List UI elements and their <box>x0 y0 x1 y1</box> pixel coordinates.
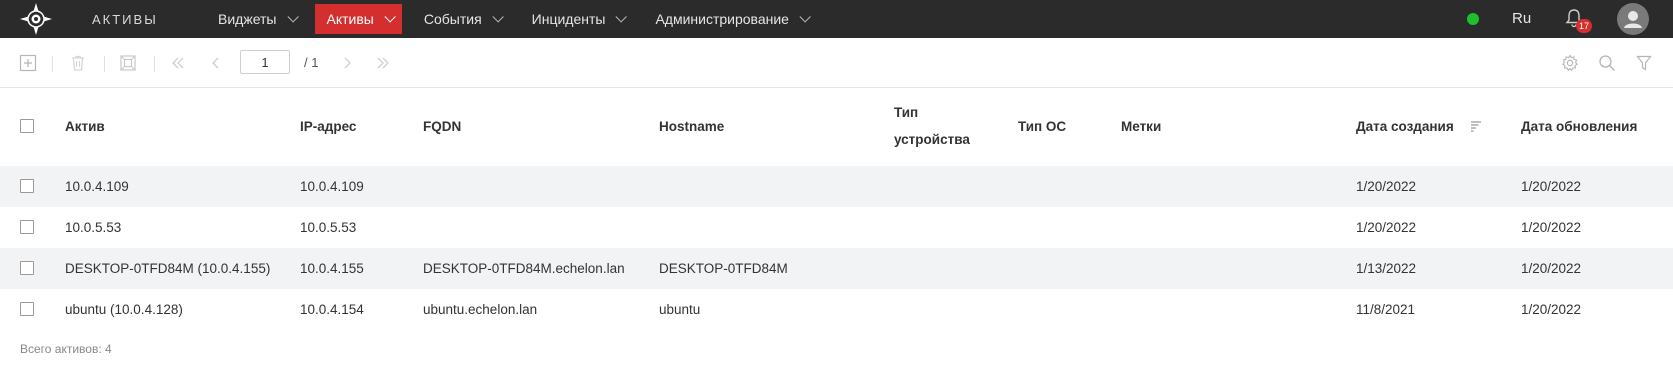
column-header-ip[interactable]: IP-адрес <box>300 113 356 140</box>
cell-asset: ubuntu (10.0.4.128) <box>65 302 183 317</box>
column-header-updated[interactable]: Дата обновления <box>1521 113 1637 140</box>
cell-created: 1/20/2022 <box>1356 179 1417 194</box>
cell-fqdn: DESKTOP-0TFD84M.echelon.lan <box>423 261 625 276</box>
total-assets-count: Всего активов: 4 <box>20 342 112 356</box>
app-title: АКТИВЫ <box>92 11 158 27</box>
select-all-checkbox[interactable] <box>20 119 34 133</box>
cell-created: 1/20/2022 <box>1356 220 1417 235</box>
chevron-down-icon <box>384 11 396 23</box>
filter-icon[interactable] <box>1634 53 1654 73</box>
page-number-input[interactable] <box>240 50 290 74</box>
table-toolbar: / 1 <box>0 38 1673 88</box>
row-checkbox[interactable] <box>20 179 34 193</box>
chevron-down-icon <box>799 11 811 23</box>
nav-assets[interactable]: Активы <box>314 4 402 34</box>
cell-asset: DESKTOP-0TFD84M (10.0.4.155) <box>65 261 271 276</box>
cell-created: 11/8/2021 <box>1356 302 1416 317</box>
delete-icon[interactable] <box>68 53 88 73</box>
logo-icon[interactable] <box>19 2 53 36</box>
table-header: Актив IP-адрес FQDN Hostname Тип устройс… <box>0 88 1673 166</box>
cell-ip: 10.0.4.155 <box>300 261 364 276</box>
main-nav: Виджеты Активы События Инциденты Админис… <box>206 4 827 34</box>
nav-widgets-label: Виджеты <box>218 11 277 27</box>
cell-fqdn: ubuntu.echelon.lan <box>423 302 538 317</box>
toolbar-divider <box>52 56 53 72</box>
group-icon[interactable] <box>118 53 138 73</box>
user-avatar[interactable] <box>1617 3 1649 35</box>
toolbar-divider <box>104 56 105 72</box>
table-row[interactable]: ubuntu (10.0.4.128) 10.0.4.154 ubuntu.ec… <box>0 289 1673 330</box>
nav-incidents-label: Инциденты <box>531 11 606 27</box>
add-icon[interactable] <box>18 53 38 73</box>
nav-events-label: События <box>423 11 482 27</box>
last-page-icon[interactable] <box>373 53 393 73</box>
column-header-device-type-line2: устройства <box>894 132 970 147</box>
row-checkbox[interactable] <box>20 302 34 316</box>
column-header-tags[interactable]: Метки <box>1121 113 1161 140</box>
cell-ip: 10.0.4.109 <box>300 179 364 194</box>
column-header-os-type[interactable]: Тип ОС <box>1018 113 1066 140</box>
search-icon[interactable] <box>1597 53 1617 73</box>
cell-asset: 10.0.4.109 <box>65 179 129 194</box>
cell-updated: 1/20/2022 <box>1521 261 1582 276</box>
nav-assets-label: Активы <box>326 11 374 27</box>
column-header-created[interactable]: Дата создания <box>1356 113 1454 140</box>
next-page-icon[interactable] <box>337 53 357 73</box>
nav-administration[interactable]: Администрирование <box>643 4 817 34</box>
cell-hostname: ubuntu <box>659 302 701 317</box>
cell-asset: 10.0.5.53 <box>65 220 122 235</box>
prev-page-icon[interactable] <box>206 53 226 73</box>
cell-updated: 1/20/2022 <box>1521 302 1582 317</box>
cell-ip: 10.0.5.53 <box>300 220 357 235</box>
chevron-down-icon <box>286 11 299 23</box>
language-switcher[interactable]: Ru <box>1512 10 1531 27</box>
nav-widgets[interactable]: Виджеты <box>206 4 305 34</box>
cell-hostname: DESKTOP-0TFD84M <box>659 261 788 276</box>
cell-created: 1/13/2022 <box>1356 261 1417 276</box>
top-nav-bar: АКТИВЫ Виджеты Активы События Инциденты … <box>0 0 1673 38</box>
settings-gear-icon[interactable] <box>1560 53 1580 73</box>
page-total: / 1 <box>304 55 319 70</box>
nav-events[interactable]: События <box>412 4 510 34</box>
row-checkbox[interactable] <box>20 261 34 275</box>
cell-updated: 1/20/2022 <box>1521 179 1582 194</box>
cell-updated: 1/20/2022 <box>1521 220 1582 235</box>
column-header-asset[interactable]: Актив <box>65 113 105 140</box>
table-row[interactable]: 10.0.5.53 10.0.5.53 1/20/2022 1/20/2022 <box>0 207 1673 248</box>
sort-icon[interactable] <box>1470 120 1482 132</box>
cell-ip: 10.0.4.154 <box>300 302 364 317</box>
column-header-hostname[interactable]: Hostname <box>659 113 724 140</box>
notifications-count-badge: 17 <box>1576 19 1593 33</box>
nav-administration-label: Администрирование <box>655 11 789 27</box>
nav-incidents[interactable]: Инциденты <box>520 4 634 34</box>
connection-status-indicator <box>1467 13 1479 25</box>
column-header-device-type-line1: Тип <box>894 105 919 120</box>
toolbar-divider <box>154 56 155 72</box>
chevron-down-icon <box>492 11 504 23</box>
first-page-icon[interactable] <box>168 53 188 73</box>
chevron-down-icon <box>615 11 628 23</box>
table-row[interactable]: DESKTOP-0TFD84M (10.0.4.155) 10.0.4.155 … <box>0 248 1673 289</box>
table-row[interactable]: 10.0.4.109 10.0.4.109 1/20/2022 1/20/202… <box>0 166 1673 207</box>
column-header-fqdn[interactable]: FQDN <box>423 113 461 140</box>
row-checkbox[interactable] <box>20 220 34 234</box>
column-header-device-type[interactable]: Тип устройства <box>894 99 970 153</box>
